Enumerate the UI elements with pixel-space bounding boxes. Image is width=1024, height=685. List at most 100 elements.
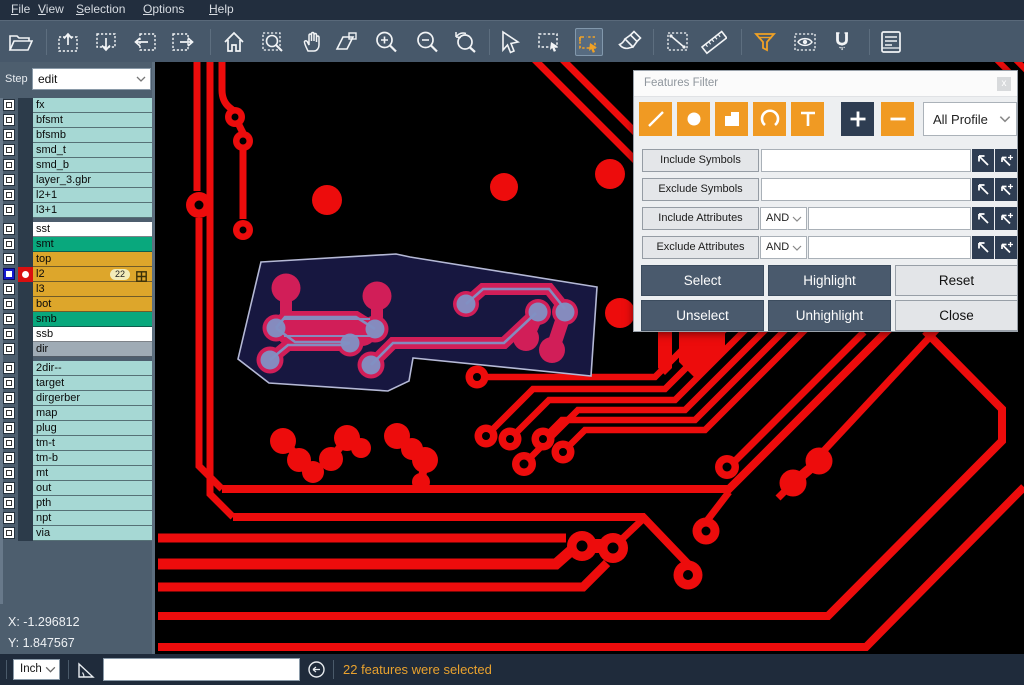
filter-label-exclude-symbols[interactable]: Exclude Symbols — [642, 178, 759, 201]
dialog-title-bar[interactable]: Features Filter x — [634, 71, 1017, 97]
layer-gutter[interactable] — [18, 451, 33, 466]
layer-checkbox-bot[interactable] — [3, 298, 15, 310]
layer-gutter[interactable] — [18, 113, 33, 128]
move-view-icon[interactable] — [332, 28, 360, 56]
layer-name-layer_3.gbr[interactable]: layer_3.gbr — [33, 173, 152, 188]
layer-gutter[interactable] — [18, 173, 33, 188]
layer-gutter[interactable] — [18, 421, 33, 436]
layer-gutter[interactable] — [18, 496, 33, 511]
layer-name-tm-b[interactable]: tm-b — [33, 451, 152, 466]
layer-gutter[interactable] — [18, 327, 33, 342]
layer-gutter[interactable] — [18, 237, 33, 252]
filter-negative-icon[interactable] — [881, 102, 914, 136]
layer-checkbox-l3[interactable] — [3, 283, 15, 295]
layer-checkbox-tm-t[interactable] — [3, 437, 15, 449]
filter-input-exclude-attributes[interactable] — [808, 236, 971, 259]
layer-checkbox-l3+1[interactable] — [3, 204, 15, 216]
filter-positive-icon[interactable] — [841, 102, 874, 136]
layer-checkbox-top[interactable] — [3, 253, 15, 265]
pick-add-button[interactable] — [995, 207, 1017, 230]
layer-checkbox-out[interactable] — [3, 482, 15, 494]
layer-gutter[interactable] — [18, 203, 33, 218]
layer-name-smt[interactable]: smt — [33, 237, 152, 252]
layer-name-smb[interactable]: smb — [33, 312, 152, 327]
layer-name-top[interactable]: top — [33, 252, 152, 267]
layer-checkbox-sst[interactable] — [3, 223, 15, 235]
layer-checkbox-ssb[interactable] — [3, 328, 15, 340]
menu-help[interactable]: Help — [209, 2, 234, 16]
features-filter-icon[interactable] — [751, 28, 779, 56]
layer-name-out[interactable]: out — [33, 481, 152, 496]
filter-surface-icon[interactable] — [715, 102, 748, 136]
layer-gutter[interactable] — [18, 188, 33, 203]
menu-selection[interactable]: Selection — [76, 2, 125, 16]
profile-select[interactable]: All Profile — [923, 102, 1017, 136]
layer-gutter[interactable] — [18, 391, 33, 406]
layer-name-l2+1[interactable]: l2+1 — [33, 188, 152, 203]
snap-magnet-icon[interactable] — [828, 28, 856, 56]
menu-view[interactable]: View — [38, 2, 64, 16]
paste-left-icon[interactable] — [131, 28, 159, 56]
layer-gutter[interactable] — [18, 312, 33, 327]
layer-name-map[interactable]: map — [33, 406, 152, 421]
zoom-in-icon[interactable] — [372, 28, 400, 56]
layer-gutter[interactable] — [18, 406, 33, 421]
menu-file[interactable]: File — [11, 2, 30, 16]
pick-add-button[interactable] — [995, 236, 1017, 259]
layer-name-ssb[interactable]: ssb — [33, 327, 152, 342]
pick-button[interactable] — [972, 236, 994, 259]
zoom-previous-icon[interactable] — [451, 28, 479, 56]
pick-button[interactable] — [972, 207, 994, 230]
layer-checkbox-map[interactable] — [3, 407, 15, 419]
paste-up-icon[interactable] — [55, 28, 83, 56]
home-view-icon[interactable] — [220, 28, 248, 56]
command-input[interactable] — [103, 658, 300, 681]
layer-gutter[interactable] — [18, 511, 33, 526]
filter-input-include-attributes[interactable] — [808, 207, 971, 230]
select-pointer-icon[interactable] — [496, 28, 524, 56]
units-select[interactable]: Inch — [13, 659, 60, 680]
layer-gutter[interactable] — [18, 342, 33, 357]
filter-arc-icon[interactable] — [753, 102, 786, 136]
layer-name-smd_b[interactable]: smd_b — [33, 158, 152, 173]
sync-icon[interactable] — [307, 660, 326, 679]
step-select[interactable]: edit — [32, 68, 151, 90]
clean-brush-icon[interactable] — [616, 28, 644, 56]
paste-right-icon[interactable] — [169, 28, 197, 56]
unhighlight-button[interactable]: Unhighlight — [768, 300, 891, 331]
grid-icon[interactable] — [136, 269, 147, 280]
layer-gutter[interactable] — [18, 222, 33, 237]
menu-options[interactable]: Options — [143, 2, 184, 16]
filter-label-include-symbols[interactable]: Include Symbols — [642, 149, 759, 172]
layer-name-l3[interactable]: l3 — [33, 282, 152, 297]
layer-gutter[interactable] — [18, 526, 33, 541]
layer-gutter[interactable] — [18, 158, 33, 173]
layer-checkbox-layer_3.gbr[interactable] — [3, 174, 15, 186]
layer-checkbox-bfsmt[interactable] — [3, 114, 15, 126]
layer-gutter[interactable] — [18, 128, 33, 143]
layer-gutter[interactable] — [18, 481, 33, 496]
select-polygon-icon[interactable] — [575, 28, 603, 56]
zoom-window-icon[interactable] — [260, 28, 288, 56]
select-button[interactable]: Select — [641, 265, 764, 296]
layer-checkbox-tm-b[interactable] — [3, 452, 15, 464]
layer-checkbox-dir[interactable] — [3, 343, 15, 355]
layer-gutter[interactable] — [18, 282, 33, 297]
unselect-button[interactable]: Unselect — [641, 300, 764, 331]
layer-name-l2[interactable]: l2 — [33, 267, 152, 282]
paste-down-icon[interactable] — [93, 28, 121, 56]
layer-name-bot[interactable]: bot — [33, 297, 152, 312]
layer-checkbox-smb[interactable] — [3, 313, 15, 325]
layer-name-npt[interactable]: npt — [33, 511, 152, 526]
filter-label-exclude-attributes[interactable]: Exclude Attributes — [642, 236, 759, 259]
layer-name-smd_t[interactable]: smd_t — [33, 143, 152, 158]
pan-hand-icon[interactable] — [299, 28, 327, 56]
layer-gutter[interactable] — [18, 143, 33, 158]
layer-checkbox-2dir--[interactable] — [3, 362, 15, 374]
layer-name-l3+1[interactable]: l3+1 — [33, 203, 152, 218]
layer-checkbox-smt[interactable] — [3, 238, 15, 250]
filter-text-icon[interactable] — [791, 102, 824, 136]
layer-name-sst[interactable]: sst — [33, 222, 152, 237]
highlight-button[interactable]: Highlight — [768, 265, 891, 296]
measure-line-icon[interactable] — [664, 28, 692, 56]
